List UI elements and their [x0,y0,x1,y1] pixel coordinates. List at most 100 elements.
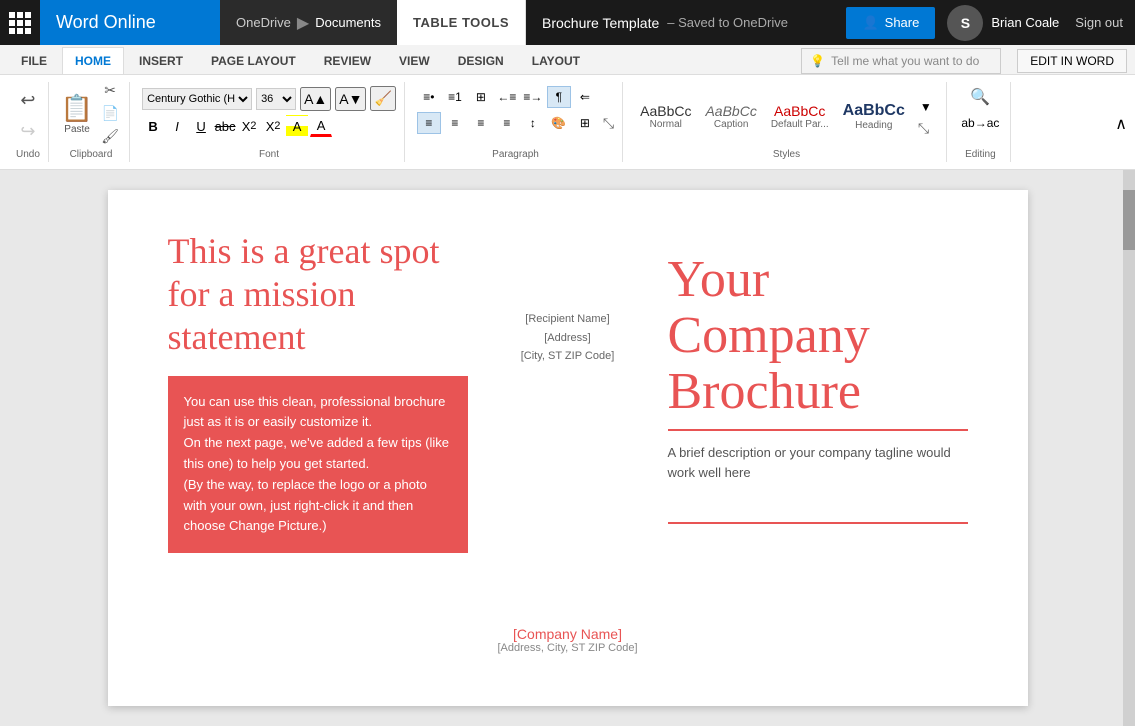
justify-button[interactable]: ≡ [495,112,519,134]
lightbulb-icon: 💡 [810,54,825,68]
share-label: Share [885,15,920,30]
font-size-select[interactable]: 36 [256,88,296,110]
undo-button[interactable]: ↩ [16,86,39,115]
subscript-button[interactable]: X2 [238,115,260,137]
paste-button[interactable]: 📋 Paste [61,93,93,135]
tab-design[interactable]: DESIGN [445,47,517,74]
line-spacing-button[interactable]: ↕ [521,112,545,134]
style-heading[interactable]: AaBbCc Heading [838,99,910,134]
style-default-preview: AaBbCc [774,103,825,119]
undo-group: ↩ ↪ Undo [8,82,49,162]
styles-group: AaBbCc Normal AaBbCc Caption AaBbCc Defa… [627,82,947,162]
rtl-button[interactable]: ⇐ [573,86,597,108]
font-size-increase-button[interactable]: A▲ [300,87,331,111]
editing-group: 🔍 ab→ac Editing [951,82,1011,162]
align-left-button[interactable]: ≡ [417,112,441,134]
clipboard-group-label: Clipboard [70,147,113,162]
doc-title: Brochure Template [542,15,659,31]
ribbon-body: ↩ ↪ Undo 📋 Paste ✂ 📄 🖌 Clipboard Century… [0,75,1135,170]
ribbon-collapse-button[interactable]: ∧ [1115,114,1127,134]
red-box[interactable]: You can use this clean, professional bro… [168,376,468,554]
cut-button[interactable]: ✂ [99,80,121,101]
tell-me-bar[interactable]: 💡 Tell me what you want to do [801,48,1001,74]
waffle-menu[interactable] [0,0,40,45]
show-hide-button[interactable]: ¶ [547,86,571,108]
font-group: Century Gothic (H... 36 A▲ A▼ 🧹 B I U ab… [134,82,405,162]
tab-file[interactable]: FILE [8,47,60,74]
company-tagline: A brief description or your company tagl… [668,443,968,482]
search-button[interactable]: 🔍 [968,86,992,108]
ribbon-tabs: FILE HOME INSERT PAGE LAYOUT REVIEW VIEW… [0,45,1135,75]
style-default-label: Default Par... [771,119,829,130]
sign-out-link[interactable]: Sign out [1075,15,1123,30]
styles-more-button[interactable]: ▼ [914,96,938,118]
mission-title[interactable]: This is a great spot for a mission state… [168,230,468,360]
strikethrough-button[interactable]: abc [214,115,236,137]
tab-insert[interactable]: INSERT [126,47,196,74]
breadcrumb-documents[interactable]: Documents [315,15,381,30]
bold-button[interactable]: B [142,115,164,137]
scrollbar-thumb[interactable] [1123,190,1135,250]
shading-button[interactable]: 🎨 [547,112,571,134]
redo-button[interactable]: ↪ [16,117,39,146]
recipient-name: [Recipient Name] [521,310,615,329]
document-area: This is a great spot for a mission state… [0,170,1135,726]
vertical-scrollbar[interactable] [1123,170,1135,726]
superscript-button[interactable]: X2 [262,115,284,137]
center-column: [Recipient Name] [Address] [City, ST ZIP… [488,230,648,654]
italic-button[interactable]: I [166,115,188,137]
font-group-label: Font [259,147,279,162]
share-button[interactable]: 👤 Share [846,7,935,39]
tab-view[interactable]: VIEW [386,47,443,74]
app-title-area: Word Online [40,0,220,45]
tell-me-text: Tell me what you want to do [831,54,979,68]
format-painter-button[interactable]: 🖌 [99,126,121,147]
breadcrumb-separator: ▶ [297,13,309,33]
numbering-button[interactable]: ≡1 [443,86,467,108]
tab-home[interactable]: HOME [62,47,124,74]
copy-button[interactable]: 📄 [99,103,121,124]
style-normal[interactable]: AaBbCc Normal [635,100,696,133]
style-caption-label: Caption [714,119,748,130]
text-highlight-button[interactable]: A [286,115,308,137]
bullets-button[interactable]: ≡• [417,86,441,108]
font-color-button[interactable]: A [310,115,332,137]
font-size-decrease-button[interactable]: A▼ [335,87,366,111]
replace-button[interactable]: ab→ac [968,112,992,134]
clear-formatting-button[interactable]: 🧹 [370,86,395,111]
style-default-par[interactable]: AaBbCc Default Par... [766,100,834,133]
tab-review[interactable]: REVIEW [311,47,384,74]
align-right-button[interactable]: ≡ [469,112,493,134]
borders-button[interactable]: ⊞ [573,112,597,134]
paragraph-group-label: Paragraph [492,147,539,162]
company-address-footer: [Address, City, ST ZIP Code] [498,642,638,654]
paragraph-expand-icon[interactable]: ⤡ [603,115,614,132]
edit-in-word-button[interactable]: EDIT IN WORD [1017,49,1127,73]
style-normal-preview: AaBbCc [640,103,691,119]
paste-label: Paste [64,124,90,135]
styles-expand-icon[interactable]: ⤡ [918,120,938,137]
style-heading-label: Heading [855,120,892,131]
style-caption[interactable]: AaBbCc Caption [700,100,761,133]
city-state-zip: [City, ST ZIP Code] [521,347,615,366]
share-person-icon: 👤 [862,15,878,31]
font-family-select[interactable]: Century Gothic (H... [142,88,252,110]
top-bar: Word Online OneDrive ▶ Documents TABLE T… [0,0,1135,45]
decrease-indent-button[interactable]: ←≡ [495,86,519,108]
company-brochure-title[interactable]: Your Company Brochure [668,250,968,431]
page-content: This is a great spot for a mission state… [168,230,968,654]
doc-title-area: Brochure Template – Saved to OneDrive [526,0,846,45]
tab-layout[interactable]: LAYOUT [519,47,593,74]
undo-group-label: Undo [16,147,40,162]
underline-button[interactable]: U [190,115,212,137]
increase-indent-button[interactable]: ≡→ [521,86,545,108]
breadcrumb-root[interactable]: OneDrive [236,15,291,30]
user-name: Brian Coale [991,15,1059,30]
align-center-button[interactable]: ≡ [443,112,467,134]
table-tools-label: TABLE TOOLS [413,15,509,30]
style-heading-preview: AaBbCc [843,102,905,120]
multilevel-list-button[interactable]: ⊞ [469,86,493,108]
tab-page-layout[interactable]: PAGE LAYOUT [198,47,309,74]
company-name-footer[interactable]: [Company Name] [498,626,638,642]
address-block[interactable]: [Recipient Name] [Address] [City, ST ZIP… [521,310,615,366]
